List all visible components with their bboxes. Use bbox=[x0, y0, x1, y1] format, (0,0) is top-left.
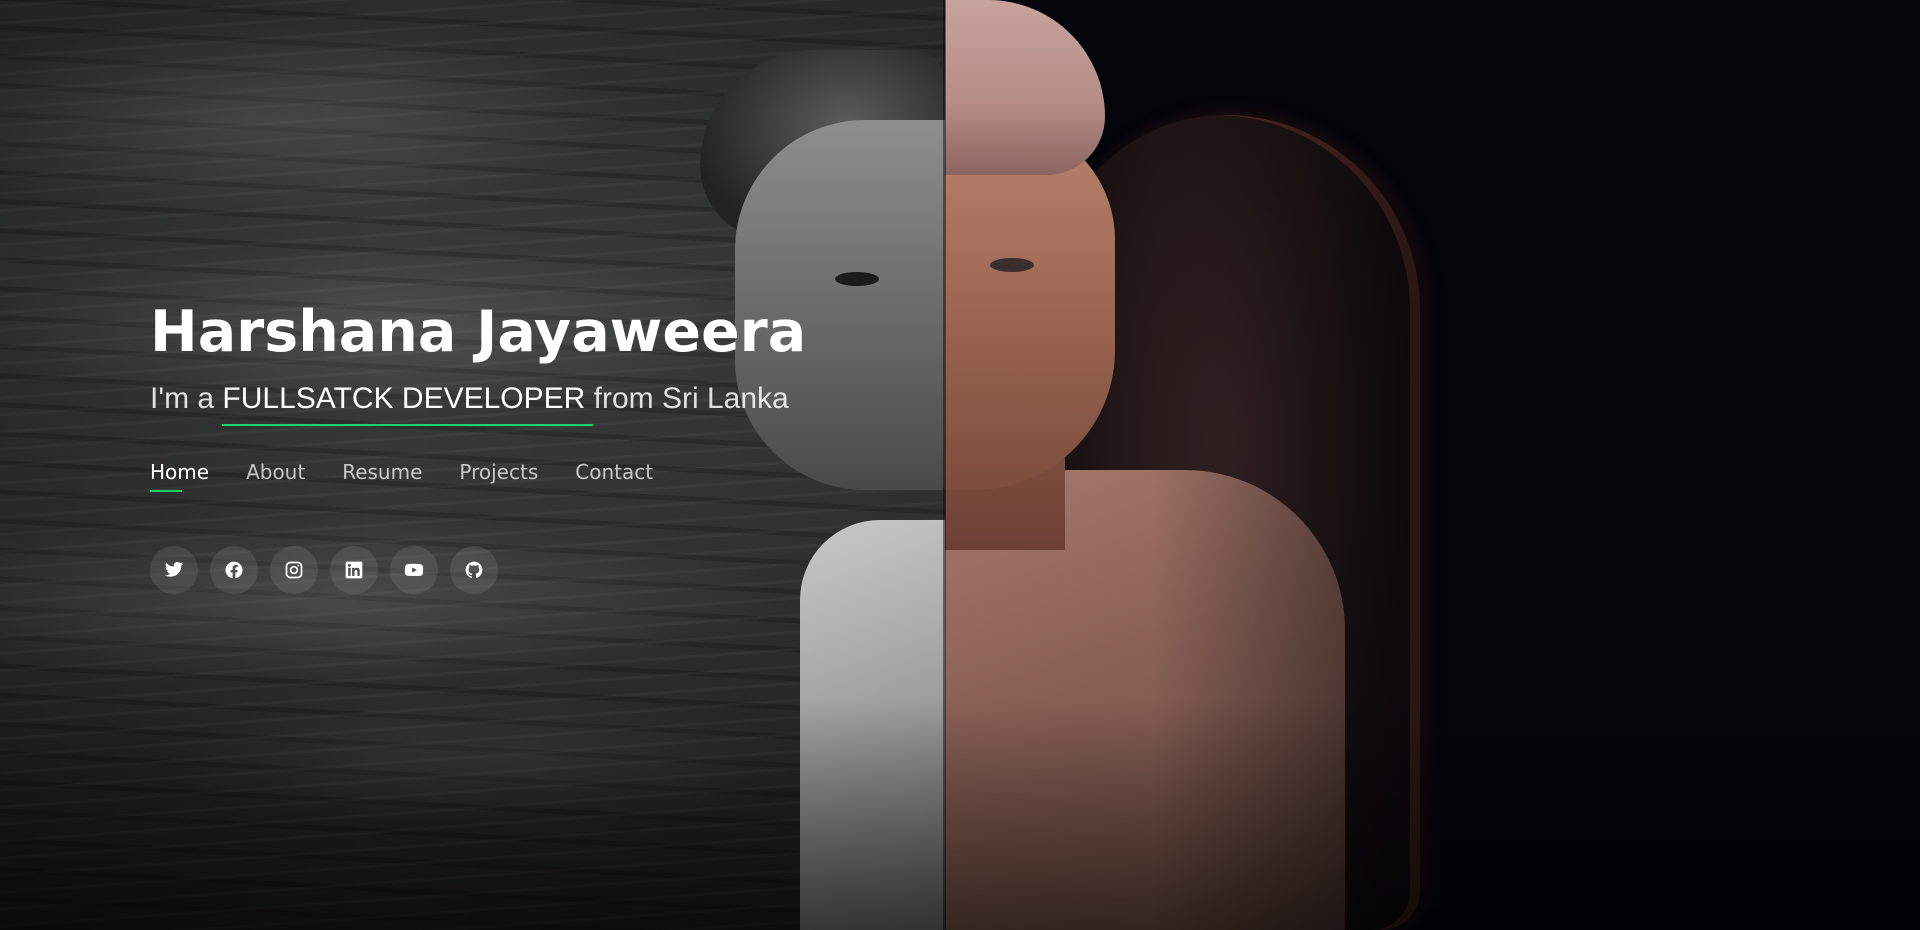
instagram-icon bbox=[285, 561, 303, 578]
tagline-role-text: FULLSATCK DEVELOPER bbox=[222, 381, 586, 415]
facebook-link[interactable] bbox=[210, 545, 258, 594]
nav-item-label: Contact bbox=[575, 459, 654, 484]
hero-tagline: I'm a FULLSATCK DEVELOPER from Sri Lanka bbox=[150, 381, 910, 426]
linkedin-icon bbox=[345, 561, 363, 578]
nav-item-label: About bbox=[246, 459, 306, 484]
nav-item-contact[interactable]: Contact bbox=[575, 460, 653, 492]
hero-content: Harshana Jayaweera I'm a FULLSATCK DEVEL… bbox=[150, 299, 910, 594]
main-nav: Home About Resume Projects Contact bbox=[150, 460, 910, 492]
nav-item-label: Projects bbox=[459, 459, 539, 484]
nav-item-about[interactable]: About bbox=[246, 460, 305, 492]
hero-section: Harshana Jayaweera I'm a FULLSATCK DEVEL… bbox=[0, 0, 1920, 930]
tagline-prefix: I'm a bbox=[150, 381, 223, 415]
github-icon bbox=[465, 561, 483, 578]
linkedin-link[interactable] bbox=[330, 545, 378, 594]
youtube-link[interactable] bbox=[390, 545, 438, 594]
tagline-suffix: from Sri Lanka bbox=[585, 381, 789, 415]
twitter-icon bbox=[164, 561, 184, 577]
nav-active-underline bbox=[150, 489, 182, 492]
social-links bbox=[150, 545, 910, 594]
nav-item-resume[interactable]: Resume bbox=[342, 460, 422, 492]
facebook-icon bbox=[225, 561, 243, 578]
hero-name: Harshana Jayaweera bbox=[150, 299, 807, 365]
instagram-link[interactable] bbox=[270, 545, 318, 594]
youtube-icon bbox=[404, 563, 424, 576]
nav-item-projects[interactable]: Projects bbox=[459, 460, 538, 492]
github-link[interactable] bbox=[450, 545, 498, 594]
nav-item-label: Resume bbox=[342, 459, 423, 484]
nav-item-home[interactable]: Home bbox=[150, 460, 209, 492]
twitter-link[interactable] bbox=[150, 545, 198, 594]
tagline-role: FULLSATCK DEVELOPER bbox=[222, 381, 594, 426]
nav-item-label: Home bbox=[150, 459, 210, 484]
role-underline bbox=[222, 423, 594, 426]
